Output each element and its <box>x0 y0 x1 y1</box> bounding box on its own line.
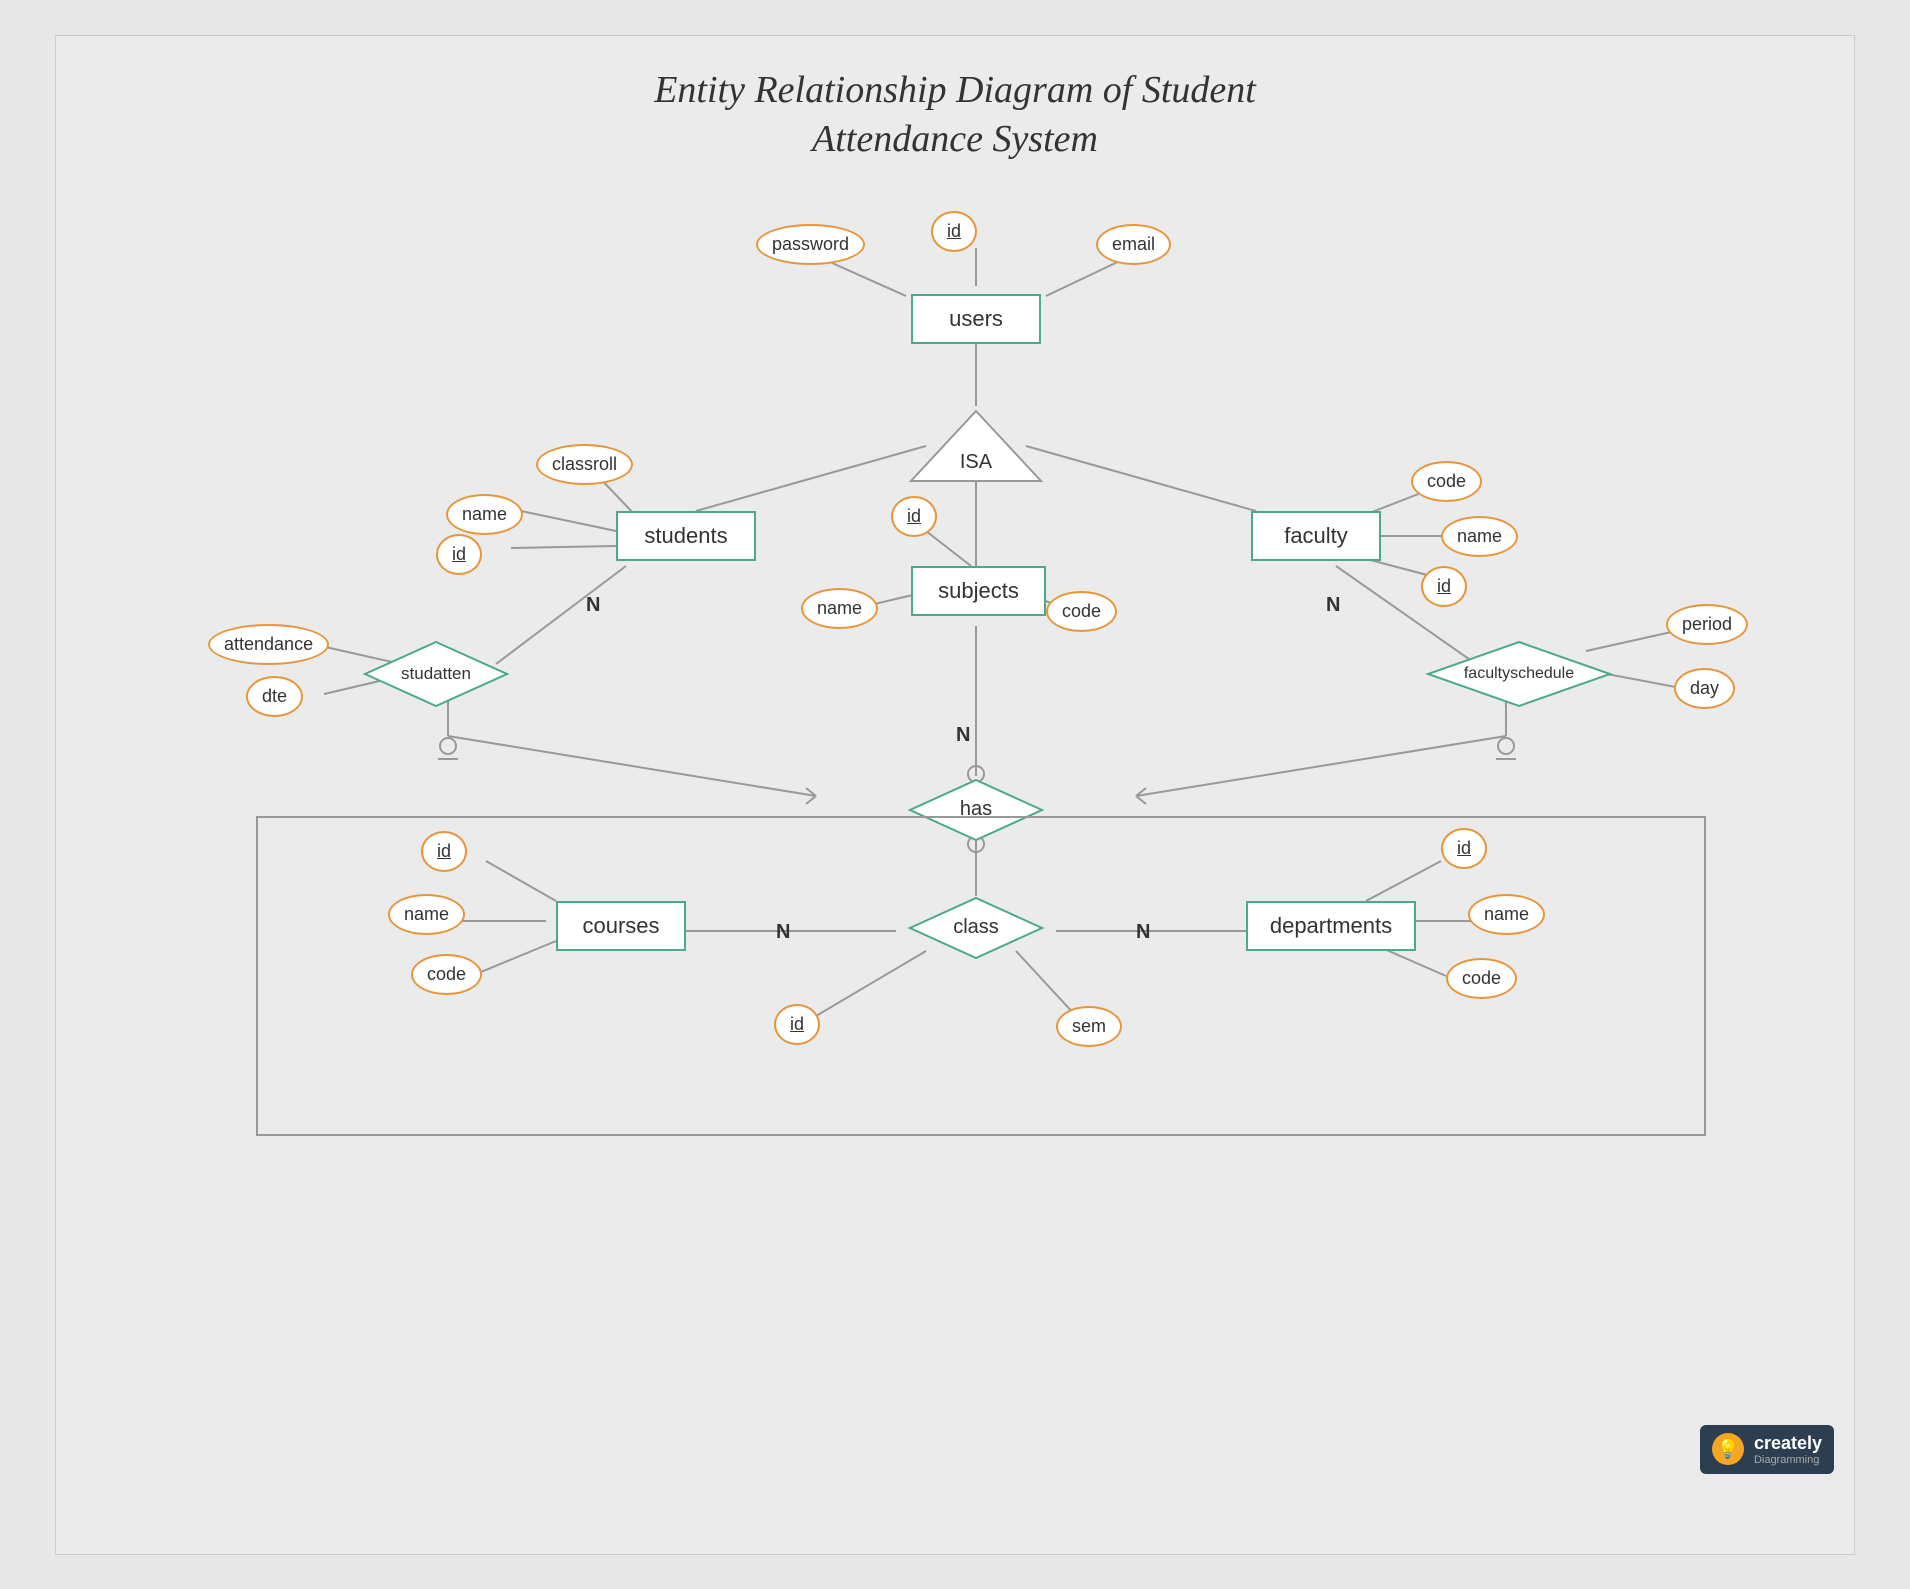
attr-attendance: attendance <box>208 624 329 665</box>
diagram-title: Entity Relationship Diagram of Student A… <box>56 36 1854 165</box>
attr-day: day <box>1674 668 1735 709</box>
has-label: has <box>960 798 992 821</box>
title-line2: Attendance System <box>812 118 1098 160</box>
attr-name-students: name <box>446 494 523 535</box>
mult-n-facultyschedule-faculty: N <box>1326 594 1340 617</box>
creately-name: creately <box>1754 1433 1822 1454</box>
class-label: class <box>953 916 999 939</box>
facultyschedule-label: facultyschedule <box>1464 665 1574 683</box>
attr-dte: dte <box>246 676 303 717</box>
attr-code-faculty: code <box>1411 461 1482 502</box>
entity-users: users <box>911 294 1041 344</box>
attr-id-users: id <box>931 211 977 252</box>
isa-triangle: ISA <box>906 406 1046 486</box>
creately-text: creately Diagramming <box>1754 1433 1822 1466</box>
inner-box <box>256 816 1706 1136</box>
attr-name-subjects: name <box>801 588 878 629</box>
attr-period: period <box>1666 604 1748 645</box>
entity-students: students <box>616 511 756 561</box>
attr-name-faculty: name <box>1441 516 1518 557</box>
diamond-facultyschedule: facultyschedule <box>1424 638 1614 710</box>
diamond-studatten: studatten <box>361 638 511 710</box>
attr-classroll: classroll <box>536 444 633 485</box>
attr-code-subjects: code <box>1046 591 1117 632</box>
attr-id-faculty: id <box>1421 566 1467 607</box>
creately-bulb-icon: 💡 <box>1712 1433 1744 1465</box>
mult-n-studatten-students: N <box>586 594 600 617</box>
title-line1: Entity Relationship Diagram of Student <box>654 69 1256 111</box>
isa-label: ISA <box>960 451 992 474</box>
isa-shape <box>906 406 1046 486</box>
attr-password: password <box>756 224 865 265</box>
entity-subjects: subjects <box>911 566 1046 616</box>
diagram-area: users students faculty subjects courses … <box>56 176 1854 1494</box>
studatten-label: studatten <box>401 664 471 684</box>
attr-id-students: id <box>436 534 482 575</box>
main-container: Entity Relationship Diagram of Student A… <box>55 35 1855 1555</box>
creately-logo: 💡 creately Diagramming <box>1700 1425 1834 1474</box>
mult-n-subjects-has: N <box>956 724 970 747</box>
attr-email: email <box>1096 224 1171 265</box>
entity-faculty: faculty <box>1251 511 1381 561</box>
attr-id-subjects: id <box>891 496 937 537</box>
creately-sub: Diagramming <box>1754 1454 1822 1466</box>
